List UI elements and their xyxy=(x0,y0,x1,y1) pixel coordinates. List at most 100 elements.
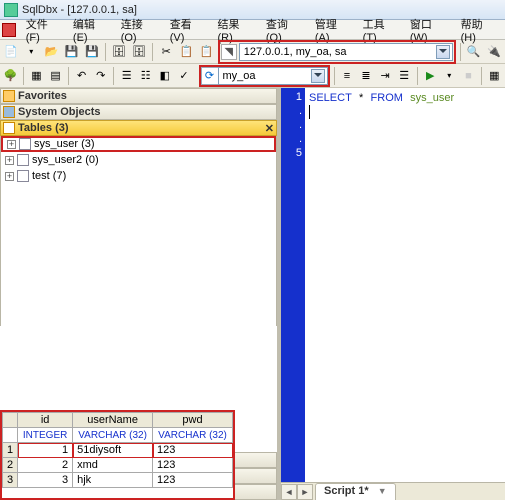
menu-file[interactable]: 文件(F) xyxy=(20,15,67,45)
toolbar-exec: 🌳 ▦ ▤ ↶ ↷ ☰ ☷ ◧ ✓ ⟳ my_oa ≡ ≣ ⇥ ☰ ▶ ▾ ■ … xyxy=(0,64,505,88)
separator xyxy=(105,43,106,61)
table-row[interactable]: 1 1 51diysoft 123 xyxy=(3,443,233,458)
misc-button-4[interactable]: ✓ xyxy=(175,66,192,86)
tree-item-sys-user[interactable]: + sys_user (3) xyxy=(1,136,276,152)
app-icon xyxy=(4,3,18,17)
menu-view[interactable]: 查看(V) xyxy=(164,15,212,45)
tab-scroll-right[interactable]: ► xyxy=(297,484,313,500)
separator xyxy=(23,67,24,85)
toolbar-main: 📄 ▾ 📂 💾 💾 🗄 🗄 ✂ 📋 📋 ◥ 127.0.0.1, my_oa, … xyxy=(0,40,505,64)
paste-button[interactable]: 📋 xyxy=(198,42,216,62)
save-button[interactable]: 💾 xyxy=(63,42,81,62)
expand-icon[interactable]: + xyxy=(5,172,14,181)
tree-item-label: test (7) xyxy=(32,170,66,182)
execute-dropdown[interactable]: ▾ xyxy=(441,66,458,86)
stop-button[interactable]: ■ xyxy=(460,66,477,86)
new-dropdown[interactable]: ▾ xyxy=(22,42,40,62)
db-button-1[interactable]: 🗄 xyxy=(110,42,128,62)
result-grid[interactable]: id userName pwd INTEGER VARCHAR (32) VAR… xyxy=(2,412,233,488)
uncomment-button[interactable]: ≣ xyxy=(357,66,374,86)
sql-star: * xyxy=(359,92,363,104)
table-row[interactable]: 2 2 xmd 123 xyxy=(3,458,233,473)
undo-button[interactable]: ↶ xyxy=(73,66,90,86)
misc-button-3[interactable]: ◧ xyxy=(156,66,173,86)
menu-bar: 文件(F) 编辑(E) 连接(O) 查看(V) 结果(R) 查询(Q) 管理(A… xyxy=(0,20,505,40)
cut-button[interactable]: ✂ xyxy=(157,42,175,62)
refresh-icon[interactable]: ⟳ xyxy=(201,67,219,85)
script-tab[interactable]: Script 1* ▼ xyxy=(315,483,396,500)
chevron-down-icon[interactable] xyxy=(436,45,450,59)
cell-id[interactable]: 2 xyxy=(18,458,73,473)
open-button[interactable]: 📂 xyxy=(42,42,60,62)
connection-combo-text: 127.0.0.1, my_oa, sa xyxy=(242,46,436,58)
tree-button[interactable]: 🌳 xyxy=(2,66,19,86)
separator xyxy=(152,43,153,61)
script-tab-arrow-icon: ▼ xyxy=(372,486,387,496)
database-combo-text: my_oa xyxy=(221,70,311,82)
table-row[interactable]: 3 3 hjk 123 xyxy=(3,473,233,488)
sql-editor[interactable]: 1 . . . 5 SELECT * FROM sys_user xyxy=(281,88,505,482)
gutter-line: 1 xyxy=(281,90,302,104)
type-pwd: VARCHAR (32) xyxy=(153,428,233,443)
menu-connect[interactable]: 连接(O) xyxy=(115,15,164,45)
db-button-2[interactable]: 🗄 xyxy=(130,42,148,62)
separator xyxy=(334,67,335,85)
expand-icon[interactable]: + xyxy=(7,140,16,149)
type-username: VARCHAR (32) xyxy=(73,428,153,443)
menu-edit[interactable]: 编辑(E) xyxy=(67,15,115,45)
find-button[interactable]: 🔍 xyxy=(465,42,483,62)
cell-pwd[interactable]: 123 xyxy=(153,458,233,473)
system-objects-header[interactable]: System Objects xyxy=(0,104,277,120)
line-gutter: 1 . . . 5 xyxy=(281,88,305,482)
collapse-icon[interactable]: ✕ xyxy=(265,122,274,135)
code-content[interactable]: SELECT * FROM sys_user xyxy=(305,88,505,482)
sql-keyword: FROM xyxy=(371,92,403,104)
cell-pwd[interactable]: 123 xyxy=(153,473,233,488)
misc-button-2[interactable]: ☷ xyxy=(137,66,154,86)
toggle-panel-button[interactable]: ▦ xyxy=(28,66,45,86)
tree-item-test[interactable]: + test (7) xyxy=(1,168,276,184)
chevron-down-icon[interactable] xyxy=(311,69,325,83)
cell-id[interactable]: 3 xyxy=(18,473,73,488)
execute-button[interactable]: ▶ xyxy=(422,66,439,86)
cell-username[interactable]: xmd xyxy=(73,458,153,473)
cell-username[interactable]: hjk xyxy=(73,473,153,488)
result-grid-highlight: id userName pwd INTEGER VARCHAR (32) VAR… xyxy=(0,410,235,500)
cell-id[interactable]: 1 xyxy=(18,443,73,458)
table-types-row: INTEGER VARCHAR (32) VARCHAR (32) xyxy=(3,428,233,443)
list-button[interactable]: ☰ xyxy=(396,66,413,86)
tab-scroll-left[interactable]: ◄ xyxy=(281,484,297,500)
tables-tree[interactable]: + sys_user (3) + sys_user2 (0) + test (7… xyxy=(0,136,277,326)
comment-button[interactable]: ≡ xyxy=(338,66,355,86)
favorites-header[interactable]: Favorites xyxy=(0,88,277,104)
disconnect-button[interactable]: 🔌 xyxy=(485,42,503,62)
misc-button-1[interactable]: ☰ xyxy=(118,66,135,86)
window-icon[interactable] xyxy=(2,23,16,37)
copy-button[interactable]: 📋 xyxy=(177,42,195,62)
tree-item-label: sys_user2 (0) xyxy=(32,154,99,166)
new-query-button[interactable]: 📄 xyxy=(2,42,20,62)
menu-help[interactable]: 帮助(H) xyxy=(455,15,503,45)
connection-combo[interactable]: 127.0.0.1, my_oa, sa xyxy=(239,43,453,61)
redo-button[interactable]: ↷ xyxy=(92,66,109,86)
table-icon xyxy=(19,138,31,150)
database-combo[interactable]: my_oa xyxy=(218,67,328,85)
star-icon xyxy=(3,90,15,102)
cell-username[interactable]: 51diysoft xyxy=(73,443,153,458)
save-all-button[interactable]: 💾 xyxy=(83,42,101,62)
expand-icon[interactable]: + xyxy=(5,156,14,165)
col-id[interactable]: id xyxy=(18,413,73,428)
grid-button[interactable]: ▤ xyxy=(47,66,64,86)
gutter-line: 5 xyxy=(281,146,302,160)
tables-header[interactable]: Tables (3) ✕ xyxy=(0,120,277,136)
tree-item-label: sys_user (3) xyxy=(34,138,95,150)
separator xyxy=(460,43,461,61)
results-button[interactable]: ▦ xyxy=(486,66,503,86)
tree-item-sys-user2[interactable]: + sys_user2 (0) xyxy=(1,152,276,168)
row-number: 1 xyxy=(3,443,18,458)
connection-combo-highlight: ◥ 127.0.0.1, my_oa, sa xyxy=(218,40,456,64)
cell-pwd[interactable]: 123 xyxy=(153,443,233,458)
col-username[interactable]: userName xyxy=(73,413,153,428)
indent-button[interactable]: ⇥ xyxy=(377,66,394,86)
col-pwd[interactable]: pwd xyxy=(153,413,233,428)
